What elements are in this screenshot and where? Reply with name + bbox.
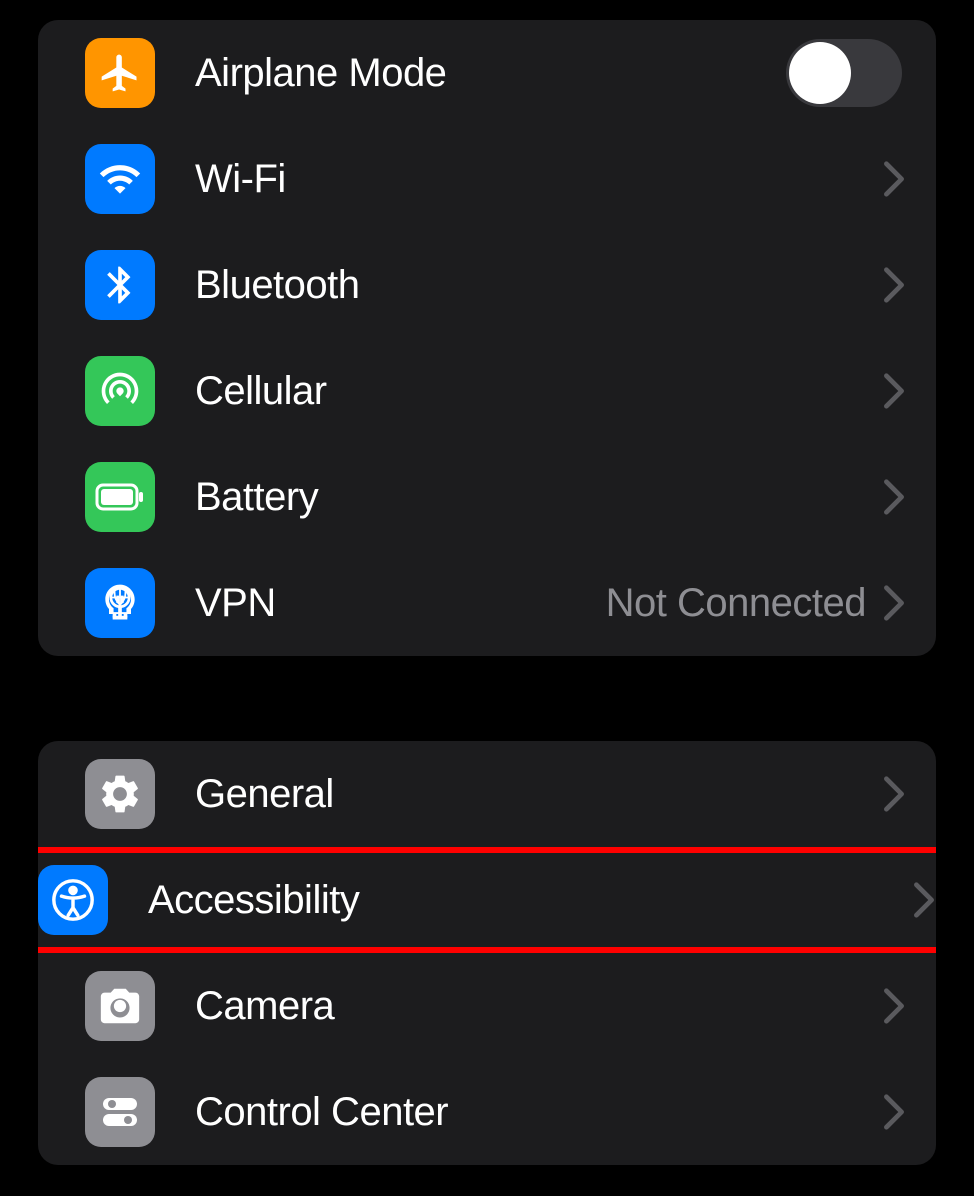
row-camera[interactable]: Camera xyxy=(38,953,936,1059)
row-accessibility[interactable]: Accessibility xyxy=(38,847,936,953)
camera-icon xyxy=(85,971,155,1041)
chevron-right-icon xyxy=(882,372,906,410)
row-bluetooth[interactable]: Bluetooth xyxy=(38,232,936,338)
chevron-right-icon xyxy=(882,266,906,304)
cellular-label: Cellular xyxy=(195,369,882,414)
chevron-right-icon xyxy=(882,1093,906,1131)
wifi-label: Wi-Fi xyxy=(195,157,882,202)
settings-group-system: General Accessibility Camera xyxy=(38,741,936,1165)
settings-group-connectivity: Airplane Mode Wi-Fi Bluetooth Cellular xyxy=(38,20,936,656)
camera-label: Camera xyxy=(195,984,882,1029)
row-battery[interactable]: Battery xyxy=(38,444,936,550)
vpn-value: Not Connected xyxy=(606,581,866,626)
chevron-right-icon xyxy=(882,160,906,198)
chevron-right-icon xyxy=(882,987,906,1025)
chevron-right-icon xyxy=(912,881,936,919)
toggle-knob xyxy=(789,42,851,104)
row-general[interactable]: General xyxy=(38,741,936,847)
wifi-icon xyxy=(85,144,155,214)
chevron-right-icon xyxy=(882,584,906,622)
vpn-label: VPN xyxy=(195,581,606,626)
accessibility-label: Accessibility xyxy=(148,878,912,923)
airplane-toggle[interactable] xyxy=(786,39,902,107)
airplane-icon xyxy=(85,38,155,108)
accessibility-icon xyxy=(38,865,108,935)
bluetooth-icon xyxy=(85,250,155,320)
chevron-right-icon xyxy=(882,478,906,516)
vpn-icon xyxy=(85,568,155,638)
battery-label: Battery xyxy=(195,475,882,520)
bluetooth-label: Bluetooth xyxy=(195,263,882,308)
battery-icon xyxy=(85,462,155,532)
row-vpn[interactable]: VPN Not Connected xyxy=(38,550,936,656)
row-wifi[interactable]: Wi-Fi xyxy=(38,126,936,232)
row-cellular[interactable]: Cellular xyxy=(38,338,936,444)
general-label: General xyxy=(195,772,882,817)
gear-icon xyxy=(85,759,155,829)
control-center-label: Control Center xyxy=(195,1090,882,1135)
control-center-icon xyxy=(85,1077,155,1147)
cellular-icon xyxy=(85,356,155,426)
airplane-label: Airplane Mode xyxy=(195,51,786,96)
row-control-center[interactable]: Control Center xyxy=(38,1059,936,1165)
row-airplane-mode[interactable]: Airplane Mode xyxy=(38,20,936,126)
chevron-right-icon xyxy=(882,775,906,813)
